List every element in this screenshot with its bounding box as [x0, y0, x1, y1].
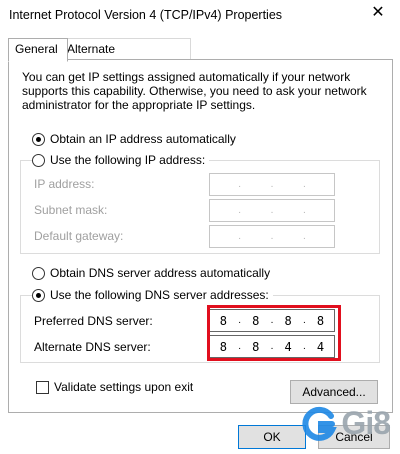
- subnet-mask-field: ...: [209, 199, 335, 222]
- watermark-text: Gi8: [341, 405, 391, 441]
- checkbox-label: Validate settings upon exit: [54, 380, 194, 394]
- radio-obtain-ip-auto[interactable]: Obtain an IP address automatically: [32, 132, 236, 146]
- radio-label: Use the following IP address:: [50, 153, 206, 167]
- radio-selected-icon: [32, 132, 45, 146]
- radio-label: Obtain an IP address automatically: [50, 132, 236, 146]
- title-bar: Internet Protocol Version 4 (TCP/IPv4) P…: [0, 0, 400, 31]
- alternate-dns-label: Alternate DNS server:: [34, 340, 151, 354]
- radio-unselected-icon: [32, 153, 45, 167]
- radio-selected-icon: [32, 288, 45, 302]
- gi8-logo-icon: [302, 406, 338, 441]
- default-gateway-field: ...: [209, 225, 335, 248]
- ip-address-label: IP address:: [34, 177, 95, 191]
- ok-button[interactable]: OK: [238, 425, 306, 449]
- tcpip-properties-dialog: Internet Protocol Version 4 (TCP/IPv4) P…: [0, 0, 400, 454]
- radio-label: Obtain DNS server address automatically: [50, 266, 271, 280]
- dns-highlight-box: [207, 305, 341, 361]
- checkbox-icon: [36, 380, 49, 394]
- close-icon[interactable]: ✕: [370, 5, 386, 21]
- tab-general[interactable]: General: [8, 38, 68, 62]
- description-text: You can get IP settings assigned automat…: [22, 70, 367, 112]
- default-gateway-label: Default gateway:: [34, 229, 124, 243]
- radio-use-following-ip[interactable]: Use the following IP address:: [32, 153, 210, 167]
- subnet-mask-label: Subnet mask:: [34, 203, 108, 217]
- tab-alternate-configuration[interactable]: Alternate Configuration: [60, 38, 191, 76]
- validate-settings-checkbox[interactable]: Validate settings upon exit: [36, 380, 193, 394]
- advanced-button[interactable]: Advanced...: [290, 380, 378, 404]
- window-title: Internet Protocol Version 4 (TCP/IPv4) P…: [9, 8, 283, 22]
- gi8-watermark: Gi8: [301, 405, 391, 442]
- preferred-dns-label: Preferred DNS server:: [34, 314, 153, 328]
- radio-label: Use the following DNS server addresses:: [50, 288, 269, 302]
- ip-address-field: ...: [209, 173, 335, 196]
- radio-use-following-dns[interactable]: Use the following DNS server addresses:: [32, 288, 273, 302]
- radio-obtain-dns-auto[interactable]: Obtain DNS server address automatically: [32, 266, 270, 280]
- radio-unselected-icon: [32, 266, 45, 280]
